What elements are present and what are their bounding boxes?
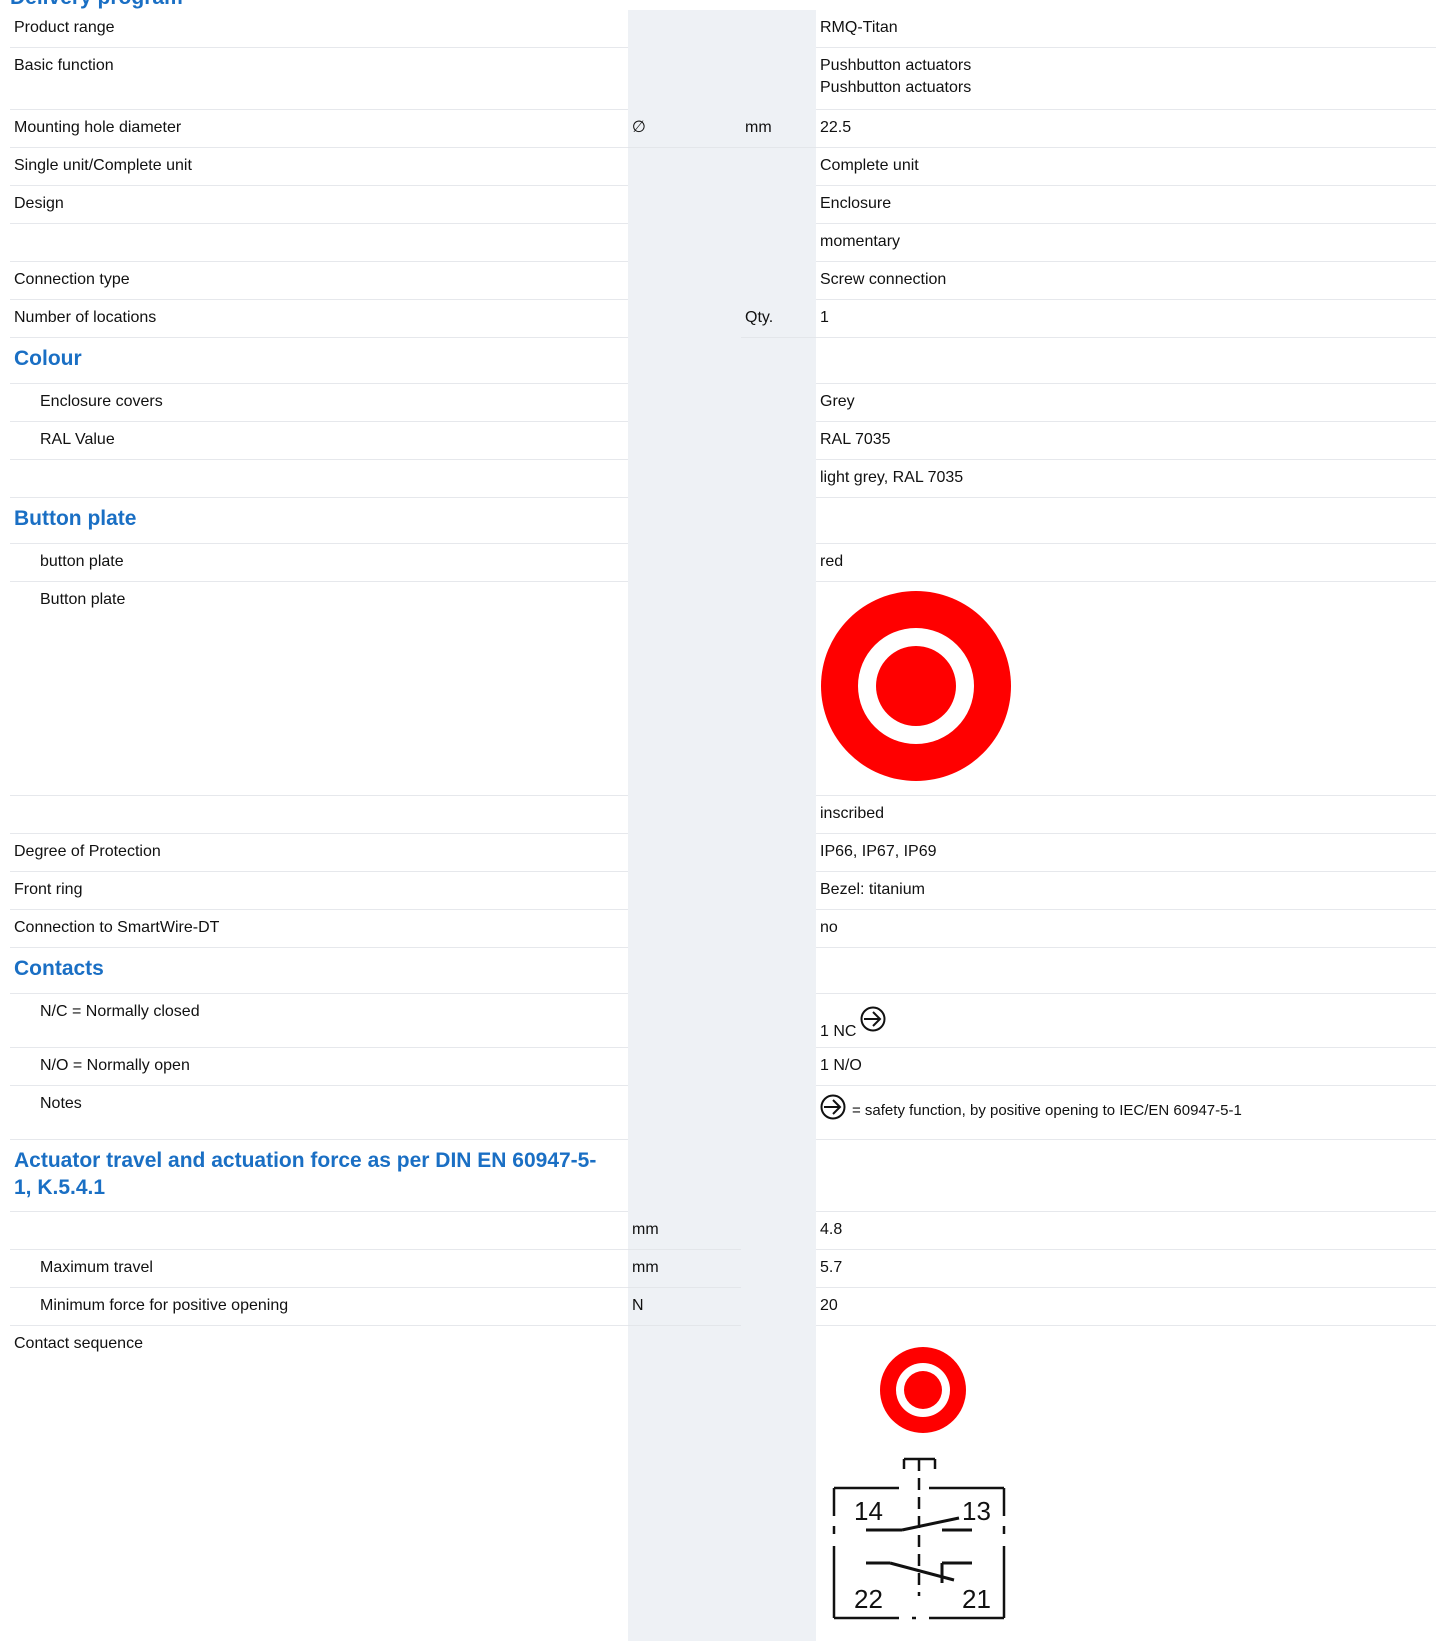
- label-button-plate-color: button plate: [10, 544, 628, 582]
- label-front-ring: Front ring: [10, 872, 628, 910]
- label-single-complete: Single unit/Complete unit: [10, 148, 628, 186]
- label-normally-open: N/O = Normally open: [10, 1048, 628, 1086]
- label-contact-sequence: Contact sequence: [14, 1335, 143, 1352]
- value-travel: 4.8: [816, 1212, 1436, 1250]
- section-actuator-travel: Actuator travel and actuation force as p…: [10, 1140, 628, 1212]
- label-smartwire: Connection to SmartWire-DT: [10, 910, 628, 948]
- shaded-column-symbol: [628, 10, 741, 1641]
- positive-opening-icon: [820, 1094, 846, 1127]
- value-inscribed: inscribed: [816, 796, 1436, 834]
- section-actuator-travel-value: [816, 1140, 1436, 1212]
- section-colour-value: [816, 338, 1436, 384]
- section-contacts-value: [816, 948, 1436, 994]
- label-empty: [10, 796, 628, 834]
- section-button-plate: Button plate: [10, 498, 628, 544]
- value-maximum-travel: 5.7: [816, 1250, 1436, 1288]
- label-design: Design: [10, 186, 628, 224]
- value-ral-value: RAL 7035: [816, 422, 1436, 460]
- value-degree-of-protection: IP66, IP67, IP69: [816, 834, 1436, 872]
- value-minimum-force: 20: [816, 1288, 1436, 1326]
- label-maximum-travel: Maximum travel: [10, 1250, 628, 1288]
- label-empty: [10, 460, 628, 498]
- value-normally-closed: 1 NC: [816, 994, 1436, 1048]
- value-front-ring: Bezel: titanium: [816, 872, 1436, 910]
- section-contacts: Contacts: [10, 948, 628, 994]
- value-enclosure-covers: Grey: [816, 384, 1436, 422]
- value-normally-open: 1 N/O: [816, 1048, 1436, 1086]
- label-enclosure-covers: Enclosure covers: [10, 384, 628, 422]
- value-number-of-locations: 1: [816, 300, 1436, 338]
- value-basic-function-1: Pushbutton actuators: [820, 57, 972, 74]
- unit-mounting-hole: mm: [741, 110, 816, 148]
- label-basic-function: Basic function: [10, 48, 628, 110]
- unit-minimum-force: N: [628, 1288, 741, 1326]
- label-empty: [10, 224, 628, 262]
- value-mounting-hole: 22.5: [816, 110, 1436, 148]
- value-notes: = safety function, by positive opening t…: [816, 1086, 1436, 1140]
- unit-travel: mm: [628, 1212, 741, 1250]
- label-minimum-force: Minimum force for positive opening: [10, 1288, 628, 1326]
- value-notes-text: = safety function, by positive opening t…: [852, 1102, 1242, 1119]
- terminal-14: 14: [854, 1496, 883, 1526]
- label-normally-closed: N/C = Normally closed: [10, 994, 628, 1048]
- section-colour: Colour: [10, 338, 628, 384]
- value-product-range: RMQ-Titan: [816, 10, 1436, 48]
- positive-opening-icon: [860, 1006, 886, 1045]
- value-basic-function: Pushbutton actuators Pushbutton actuator…: [816, 48, 1436, 110]
- value-design: Enclosure: [816, 186, 1436, 224]
- label-product-range: Product range: [10, 10, 628, 48]
- label-empty: [10, 1212, 628, 1250]
- shaded-column-unit: [741, 10, 816, 1641]
- value-button-plate-image: [816, 582, 1436, 796]
- button-plate-center: [876, 646, 956, 726]
- label-connection-type: Connection type: [10, 262, 628, 300]
- contact-sequence-diagram: 14 13 22 21: [832, 1347, 1006, 1620]
- value-normally-closed-text: 1 NC: [820, 1023, 857, 1040]
- unit-number-of-locations: Qty.: [741, 300, 816, 338]
- value-button-plate-color: red: [816, 544, 1436, 582]
- value-ral-description: light grey, RAL 7035: [816, 460, 1436, 498]
- terminal-13: 13: [962, 1496, 991, 1526]
- label-mounting-hole: Mounting hole diameter: [10, 110, 628, 148]
- label-ral-value: RAL Value: [10, 422, 628, 460]
- page-title-partial: Delivery program: [10, 0, 183, 10]
- value-design-momentary: momentary: [816, 224, 1436, 262]
- value-smartwire: no: [816, 910, 1436, 948]
- label-notes: Notes: [10, 1086, 628, 1140]
- button-plate-image: [821, 591, 1011, 781]
- section-button-plate-value: [816, 498, 1436, 544]
- value-connection-type: Screw connection: [816, 262, 1436, 300]
- label-button-plate-image: Button plate: [10, 582, 628, 796]
- label-degree-of-protection: Degree of Protection: [10, 834, 628, 872]
- datasheet-table: Product range RMQ-Titan Basic function P…: [10, 0, 1436, 1641]
- contact-sequence-button-icon: [880, 1347, 966, 1433]
- value-contact-sequence: 14 13 22 21: [816, 1326, 1436, 1641]
- label-number-of-locations: Number of locations: [10, 300, 628, 338]
- unit-maximum-travel: mm: [628, 1250, 741, 1288]
- terminal-21: 21: [962, 1584, 991, 1614]
- value-single-complete: Complete unit: [816, 148, 1436, 186]
- terminal-22: 22: [854, 1584, 883, 1614]
- symbol-diameter: ∅: [628, 110, 741, 148]
- value-basic-function-2: Pushbutton actuators: [820, 79, 972, 96]
